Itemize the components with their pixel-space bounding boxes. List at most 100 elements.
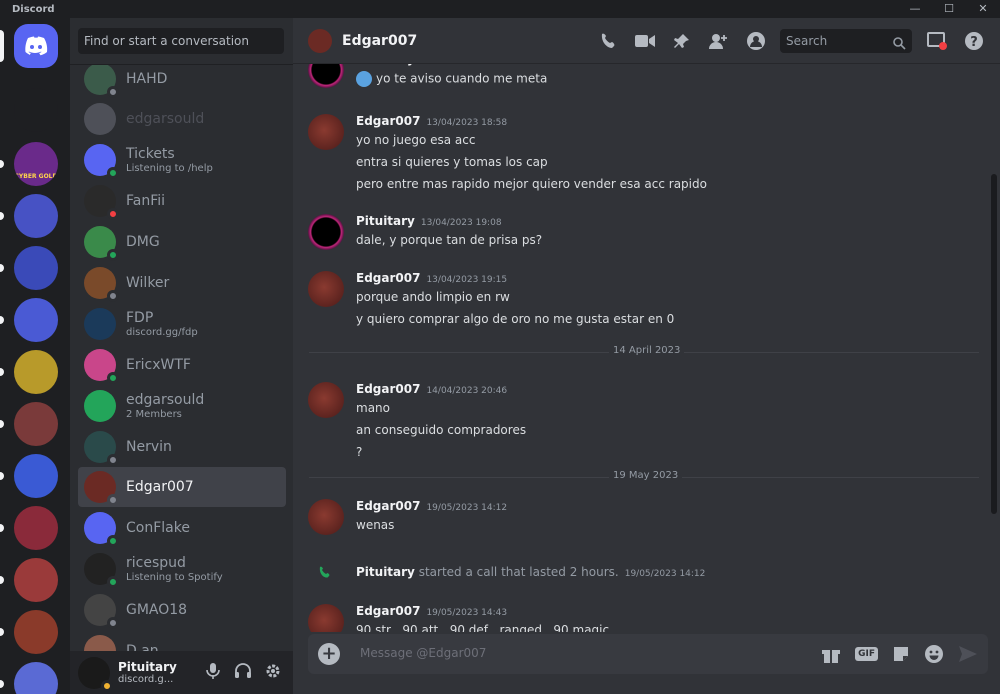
message-author[interactable]: Edgar007 [356, 114, 420, 128]
server-icon-12[interactable] [14, 662, 58, 694]
channel-avatar [308, 28, 332, 53]
search-placeholder: Search [786, 34, 828, 48]
dm-item[interactable]: D an [78, 631, 286, 651]
server-icon-1[interactable] [14, 88, 58, 132]
message-line-wrap: yo te aviso cuando me meta [356, 71, 547, 87]
dm-item[interactable]: FDP discord.gg/fdp [78, 304, 286, 344]
message-author[interactable]: Edgar007 [356, 382, 420, 396]
message-text: y quiero comprar algo de oro no me gusta… [356, 312, 675, 326]
minimize-button[interactable]: — [898, 0, 932, 18]
scrollbar[interactable] [988, 64, 1000, 632]
dm-name: HAHD [126, 71, 168, 87]
gift-icon[interactable] [821, 642, 841, 666]
emoji-icon[interactable] [924, 642, 944, 666]
message-avatar[interactable] [308, 64, 344, 88]
message-text: ? [356, 445, 363, 459]
maximize-button[interactable]: ☐ [932, 0, 966, 18]
message-text: dale, y porque tan de prisa ps? [356, 233, 543, 247]
user-status-text: discord.g... [118, 674, 174, 685]
message-avatar[interactable] [308, 604, 344, 632]
search-input[interactable]: Search [780, 29, 912, 53]
message-text: 90 str , 90 att , 90 def , ranged , 90 m… [356, 623, 610, 632]
message-avatar[interactable] [308, 499, 344, 535]
server-icon-9[interactable] [14, 506, 58, 550]
pin-icon[interactable] [663, 28, 700, 54]
search-icon [893, 34, 906, 58]
message-author[interactable]: Edgar007 [356, 271, 420, 285]
message-text: yo te aviso cuando me meta [376, 71, 548, 86]
avatar [84, 308, 116, 340]
server-icon-6[interactable] [14, 350, 58, 394]
server-icon-8[interactable] [14, 454, 58, 498]
dm-item[interactable]: edgarsould 2 Members [78, 386, 286, 426]
message-avatar[interactable] [308, 214, 344, 250]
dm-item[interactable]: ConFlake [78, 508, 286, 548]
message-timestamp: 19/05/2023 14:12 [426, 503, 508, 513]
date-label: 14 April 2023 [609, 345, 685, 356]
dm-item[interactable]: EricxWTF [78, 345, 286, 385]
message-composer[interactable]: + Message @Edgar007 GIF [308, 634, 988, 674]
discord-logo-icon [25, 36, 48, 56]
dm-search-input[interactable]: Find or start a conversation [78, 28, 284, 54]
dm-item[interactable]: Tickets Listening to /help [78, 140, 286, 180]
dm-item[interactable]: Nervin [78, 427, 286, 467]
server-icon-10[interactable] [14, 558, 58, 602]
gear-icon[interactable] [263, 661, 283, 681]
dm-item[interactable]: edgarsould [78, 99, 286, 139]
chat-area: Edgar007 Search ? Pituitary 13/04/2023 18… [293, 18, 1000, 694]
avatar [84, 144, 119, 179]
window-controls: — ☐ ✕ [898, 0, 1000, 18]
message-author[interactable]: Edgar007 [356, 604, 420, 618]
sticker-icon[interactable] [892, 642, 910, 666]
add-attachment-icon[interactable]: + [318, 643, 340, 665]
message-timestamp: 14/04/2023 20:46 [426, 386, 508, 396]
server-icon-11[interactable] [14, 610, 58, 654]
avatar [84, 226, 119, 261]
inbox-icon[interactable] [918, 28, 955, 54]
dm-subtext: Listening to Spotify [126, 572, 223, 583]
message-author[interactable]: Edgar007 [356, 499, 420, 513]
status-offline-icon [107, 494, 119, 506]
call-icon[interactable] [589, 28, 626, 54]
message-author[interactable]: Pituitary [356, 565, 415, 579]
server-icon-4[interactable] [14, 246, 58, 290]
server-icon-7[interactable] [14, 402, 58, 446]
avatar [84, 390, 116, 422]
message-input[interactable]: Message @Edgar007 [360, 646, 486, 660]
scrollbar-thumb[interactable] [991, 174, 997, 514]
message-text: entra si quieres y tomas los cap [356, 155, 548, 169]
dm-item[interactable]: Edgar007 [78, 467, 286, 507]
headphones-icon[interactable] [233, 661, 253, 681]
message-author[interactable]: Pituitary [356, 214, 415, 228]
microphone-icon[interactable] [203, 661, 223, 681]
message-line-wrap: 90 str , 90 att , 90 def , ranged , 90 m… [356, 623, 609, 632]
app-title: Discord [12, 3, 55, 15]
message-author[interactable]: Pituitary [356, 64, 415, 66]
gif-icon[interactable]: GIF [855, 647, 878, 661]
message-avatar[interactable] [308, 271, 344, 307]
discord-home-button[interactable] [14, 24, 58, 68]
server-icon-2[interactable]: CYBER GOLD [14, 142, 58, 186]
message-avatar[interactable] [308, 114, 344, 150]
close-button[interactable]: ✕ [966, 0, 1000, 18]
dm-item[interactable]: DMG [78, 222, 286, 262]
dm-name: FanFii [126, 193, 166, 209]
dm-item[interactable]: HAHD [78, 65, 286, 99]
message-line-wrap: ? [356, 445, 362, 459]
unread-indicator [0, 420, 4, 428]
add-friend-icon[interactable] [700, 28, 737, 54]
user-profile-icon[interactable] [737, 28, 774, 54]
server-icon-3[interactable] [14, 194, 58, 238]
message-line-wrap: yo no juego esa acc [356, 133, 475, 147]
dm-item[interactable]: FanFii [78, 181, 286, 221]
dm-item[interactable]: GMAO18 [78, 590, 286, 630]
video-icon[interactable] [626, 28, 663, 54]
send-icon[interactable] [958, 642, 978, 666]
user-avatar[interactable] [78, 656, 113, 692]
help-icon[interactable]: ? [955, 28, 992, 54]
message-avatar[interactable] [308, 382, 344, 418]
message-line-wrap: entra si quieres y tomas los cap [356, 155, 548, 169]
dm-item[interactable]: Wilker [78, 263, 286, 303]
dm-item[interactable]: ricespud Listening to Spotify [78, 549, 286, 589]
server-icon-5[interactable] [14, 298, 58, 342]
